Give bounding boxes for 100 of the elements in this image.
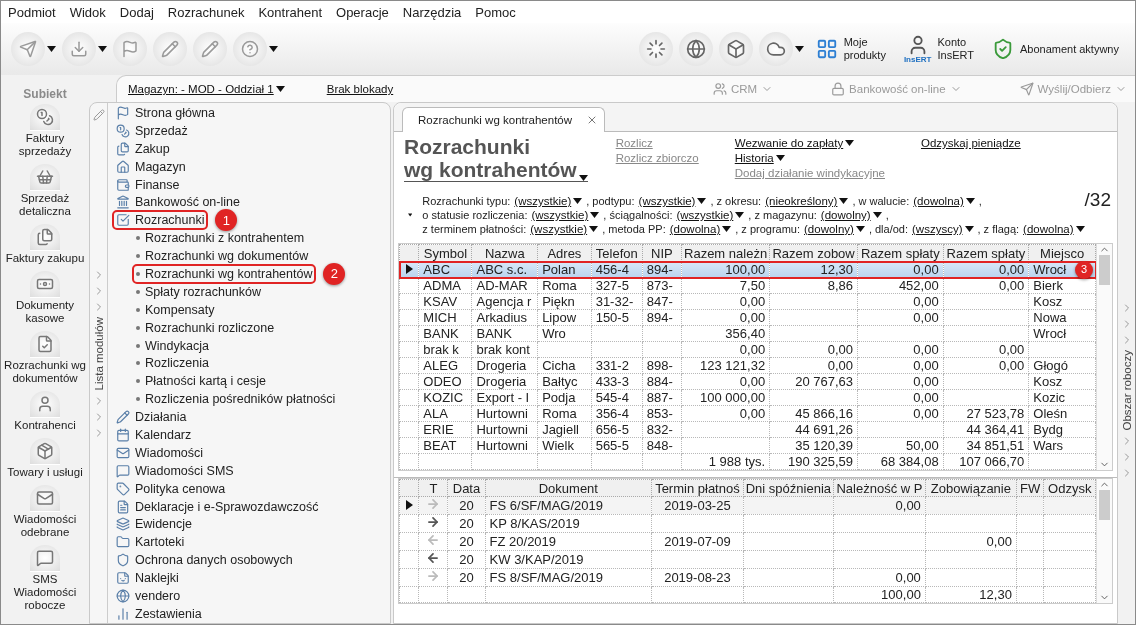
filter-dropdown[interactable]: (wszyscy) — [912, 223, 974, 235]
filter-dropdown[interactable]: (nieokreślony) — [765, 195, 849, 207]
module-item[interactable]: Bankowość on-line — [113, 193, 243, 212]
column-header[interactable]: Dokument — [485, 479, 652, 497]
column-header[interactable]: Odzysk — [1043, 479, 1096, 497]
submenu-item[interactable]: Rozrachunki rozliczone — [133, 318, 278, 337]
table-row[interactable]: ABC ABC s.c. Polan 456-4 894- 100,00 12,30 0,00 0,00 Wrocł 3 — [399, 261, 1096, 278]
lock-link[interactable]: Brak blokady — [326, 83, 394, 95]
table-row[interactable]: ERIE Hurtowni Jagiell 656-5 832- 44 691,26 44 364,41 Bydg — [399, 421, 1096, 438]
shortcut-button[interactable]: SMS Wiadomości robocze — [3, 542, 87, 615]
shortcut-button[interactable]: Sprzedaż detaliczna — [3, 161, 87, 221]
column-header[interactable]: Termin płatnoś — [651, 479, 744, 497]
module-item[interactable]: Polityka cenowa — [113, 479, 229, 498]
menu-item[interactable]: Podmiot — [8, 4, 56, 20]
table-row[interactable]: ODEO Drogeria Bałtyc 433-3 884- 0,00 20 767,63 0,00 Kosz — [399, 373, 1096, 390]
module-item[interactable]: Sprzedaż — [113, 121, 191, 140]
page-title[interactable]: Rozrachunki wg kontrahentów — [404, 135, 588, 182]
filter-dropdown[interactable]: (dowolna) — [1023, 223, 1085, 235]
module-item[interactable]: Deklaracje i e-Sprawozdawczość — [113, 497, 322, 516]
filter-dropdown[interactable]: (dowolna) — [669, 223, 732, 235]
column-header[interactable]: Należność w P — [833, 479, 926, 497]
action-link[interactable]: Wezwanie do zapłaty — [734, 137, 885, 149]
submenu-item[interactable]: Rozrachunki wg dokumentów — [133, 247, 312, 265]
module-item[interactable]: Kalendarz — [113, 426, 195, 444]
table-row[interactable]: MICH Arkadius Lipow 150-5 894- 0,00 0,00 Nowa — [399, 309, 1096, 326]
module-item[interactable]: Zakup — [113, 139, 173, 158]
submenu-item[interactable]: Rozrachunki z kontrahentem — [133, 229, 308, 248]
filter-dropdown[interactable]: (wszystkie) — [530, 223, 599, 235]
module-item[interactable]: Ewidencje — [113, 515, 195, 534]
module-item[interactable]: Wiadomości — [113, 443, 207, 462]
table-row[interactable]: 20 KP 8/KAS/2019 — [399, 514, 1096, 533]
table-row[interactable]: ALA Hurtowni Roma 356-4 853- 0,00 45 866,16 0,00 27 523,78 Oleśn — [399, 405, 1096, 422]
module-item[interactable]: Ochrona danych osobowych — [113, 551, 296, 570]
column-header[interactable]: NIP — [642, 244, 682, 262]
column-header[interactable]: Data — [447, 479, 486, 497]
action-link[interactable]: Odzyskaj pieniądze — [921, 137, 1021, 149]
column-header[interactable]: Nazwa — [472, 244, 538, 262]
filter-dropdown[interactable]: (wszystkie) — [676, 209, 745, 221]
toolbar-button[interactable]: InsERT Konto InsERT — [897, 34, 980, 64]
column-header[interactable]: Zobowiązanie — [925, 479, 1017, 497]
warehouse-link[interactable]: Magazyn: - MOD - Oddział 1 — [128, 83, 285, 95]
menu-item[interactable]: Dodaj — [119, 4, 154, 20]
column-header[interactable]: Razem zobow — [769, 244, 858, 262]
column-header[interactable]: T — [418, 479, 448, 497]
column-header[interactable]: Symbol — [418, 244, 472, 262]
submenu-item[interactable]: Spłaty rozrachunków — [133, 282, 265, 301]
toolbar-button[interactable]: Abonament aktywny — [985, 38, 1125, 60]
module-item[interactable]: Wiadomości SMS — [113, 461, 237, 480]
column-header[interactable]: Telefon — [591, 244, 643, 262]
tab[interactable]: Rozrachunki wg kontrahentów — [402, 107, 606, 132]
module-item[interactable]: vendero — [113, 587, 184, 605]
table-row[interactable]: KSAV Agencja r Piękn 31-32- 847- 0,00 0,00 Kosz — [399, 293, 1096, 310]
table-row[interactable]: 20 FS 8/SF/MAG/2019 2019-08-23 0,00 — [399, 568, 1096, 587]
filter-dropdown[interactable]: (dowolna) — [913, 195, 975, 207]
menu-item[interactable]: Rozrachunek — [167, 4, 245, 20]
column-header[interactable]: Miejsco — [1028, 244, 1096, 262]
module-item[interactable]: Naklejki — [113, 569, 182, 588]
table-row[interactable]: ALEG Drogeria Cicha 331-2 898- 123 121,32 0,00 0,00 0,00 Głogó — [399, 357, 1096, 374]
module-item[interactable]: Kartoteki — [113, 533, 188, 552]
menu-item[interactable]: Widok — [69, 4, 106, 20]
submenu-item[interactable]: Płatności kartą i cesje — [133, 372, 269, 391]
shortcut-button[interactable]: Rozrachunki wg dokumentów — [3, 328, 87, 388]
submenu-item[interactable]: Rozliczenia pośredników płatności — [133, 390, 339, 409]
module-item[interactable]: Finanse — [113, 175, 183, 194]
module-item[interactable]: Zestawienia — [113, 604, 205, 623]
table-row[interactable]: 20 KW 3/KAP/2019 — [399, 550, 1096, 569]
submenu-item[interactable]: Windykacja — [133, 336, 212, 355]
table-row[interactable]: brak k brak kont 0,00 0,00 0,00 0,00 — [399, 341, 1096, 358]
filter-dropdown[interactable]: (dowolny) — [820, 209, 882, 221]
filter-dropdown[interactable]: (wszystkie) — [531, 209, 600, 221]
column-header[interactable]: FW — [1016, 479, 1044, 497]
module-item[interactable]: Strona główna — [113, 104, 218, 122]
submenu-item[interactable]: Rozliczenia — [133, 354, 212, 373]
filter-dropdown[interactable]: (dowolny) — [804, 223, 865, 235]
submenu-item[interactable]: Kompensaty — [133, 300, 218, 319]
column-header[interactable]: Razem należn — [681, 244, 770, 262]
filter-dropdown[interactable]: (wszystkie) — [514, 195, 583, 207]
module-item[interactable]: Magazyn — [113, 157, 189, 176]
module-item[interactable]: Działania — [113, 408, 190, 427]
table-row[interactable]: 20 FZ 20/2019 2019-07-09 0,00 — [399, 532, 1096, 551]
menu-item[interactable]: Pomoc — [475, 4, 516, 20]
column-header[interactable]: Razem spłaty — [857, 244, 944, 262]
shortcut-button[interactable]: Towary i usługi — [3, 435, 87, 482]
action-link[interactable]: Historia — [734, 152, 885, 164]
toolbar-button[interactable]: Moje produkty — [809, 36, 892, 62]
shortcut-button[interactable]: Faktury sprzedaży — [3, 101, 87, 161]
shortcut-button[interactable]: Faktury zakupu — [3, 221, 87, 268]
menu-item[interactable]: Kontrahent — [258, 4, 322, 20]
table-row[interactable]: KOZIC Export - I Podja 545-4 887- 100 000,00 0,00 Kozic — [399, 389, 1096, 406]
table-row[interactable]: BEAT Hurtowni Wielk 565-5 848- 35 120,39 50,00 34 851,51 Wars — [399, 437, 1096, 454]
shortcut-button[interactable]: Wiadomości odebrane — [3, 482, 87, 542]
column-header[interactable]: Razem spłaty — [943, 244, 1029, 262]
table-row[interactable]: BANK BANK Wro 356,40 Wrocł — [399, 325, 1096, 342]
column-header[interactable]: Adres — [537, 244, 592, 262]
filter-dropdown[interactable]: (wszystkie) — [638, 195, 707, 207]
menu-item[interactable]: Narzędzia — [402, 4, 462, 20]
shortcut-button[interactable]: Dokumenty kasowe — [3, 268, 87, 328]
column-header[interactable]: Dni spóźnienia — [743, 479, 834, 497]
shortcut-button[interactable]: Kontrahenci — [3, 388, 87, 435]
menu-item[interactable]: Operacje — [336, 4, 389, 20]
